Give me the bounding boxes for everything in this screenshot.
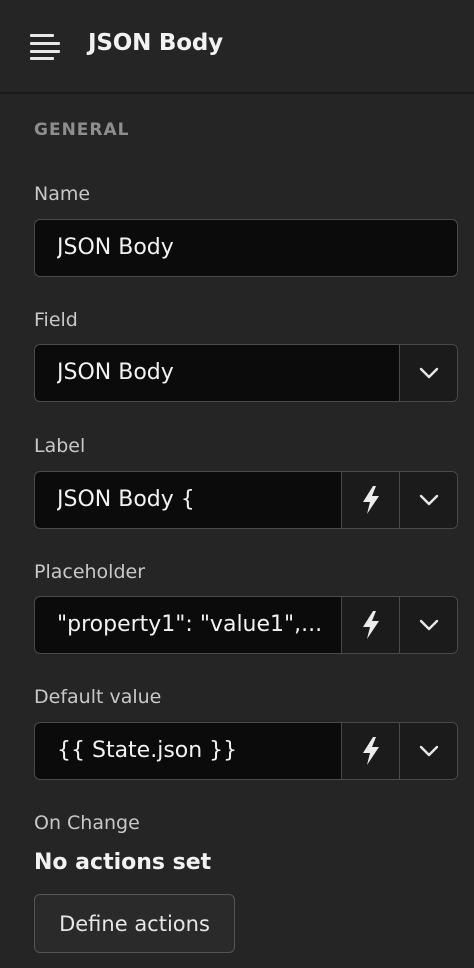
- label-input-value[interactable]: JSON Body {: [57, 472, 341, 528]
- lightning-bolt-icon: [362, 486, 379, 514]
- chevron-down-icon: [419, 745, 438, 757]
- placeholder-input-value[interactable]: "property1": "value1",...: [57, 597, 341, 653]
- section-heading: GENERAL: [34, 120, 130, 140]
- field-label: Field: [34, 309, 78, 331]
- name-input-value[interactable]: JSON Body: [57, 220, 447, 276]
- lightning-bolt-icon: [362, 611, 379, 639]
- on-change-label: On Change: [34, 812, 140, 834]
- name-label: Name: [34, 183, 91, 205]
- placeholder-dropdown-button[interactable]: [399, 597, 457, 653]
- chevron-down-icon: [419, 494, 438, 506]
- menu-lines-icon[interactable]: [30, 34, 60, 60]
- default-value-input[interactable]: {{ State.json }}: [34, 722, 458, 780]
- field-select-value[interactable]: JSON Body: [57, 345, 397, 401]
- no-actions-text: No actions set: [34, 850, 212, 875]
- panel-header: JSON Body: [0, 0, 474, 94]
- name-input[interactable]: JSON Body: [34, 219, 458, 277]
- chevron-down-icon: [419, 619, 438, 631]
- label-dropdown-button[interactable]: [399, 472, 457, 528]
- label-dynamic-button[interactable]: [341, 472, 399, 528]
- lightning-bolt-icon: [362, 737, 379, 765]
- chevron-down-icon: [419, 367, 438, 379]
- field-dropdown-button[interactable]: [399, 345, 457, 401]
- label-input[interactable]: JSON Body {: [34, 471, 458, 529]
- default-value-label: Default value: [34, 686, 162, 708]
- default-value-input-value[interactable]: {{ State.json }}: [57, 723, 341, 779]
- placeholder-label: Placeholder: [34, 561, 146, 583]
- define-actions-button[interactable]: Define actions: [34, 894, 235, 953]
- field-select[interactable]: JSON Body: [34, 344, 458, 402]
- placeholder-input[interactable]: "property1": "value1",...: [34, 596, 458, 654]
- default-value-dynamic-button[interactable]: [341, 723, 399, 779]
- label-label: Label: [34, 435, 86, 457]
- panel-title: JSON Body: [88, 30, 223, 56]
- placeholder-dynamic-button[interactable]: [341, 597, 399, 653]
- default-value-dropdown-button[interactable]: [399, 723, 457, 779]
